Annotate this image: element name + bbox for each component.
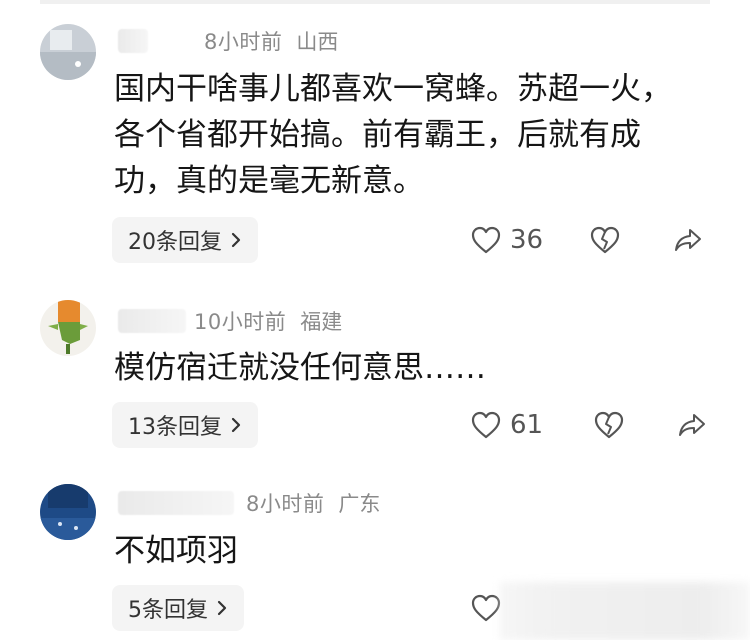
comment-text-line: 模仿宿迁就没任何意思…… [114,350,486,386]
like-count: 61 [510,410,544,440]
avatar-image [40,300,96,356]
divider [40,0,710,4]
comment-location: 山西 [296,30,339,54]
blurred-username [118,309,186,333]
broken-heart-icon[interactable] [589,225,621,255]
comment-meta: 8小时前 广东 [118,488,380,518]
comment-meta: 8小时前 山西 [118,26,338,56]
comment-text-line: 功，真的是毫无新意。 [114,163,424,199]
comment-actions [470,585,502,631]
like-count: 36 [510,225,544,255]
comment-meta: 10小时前 福建 [118,306,342,336]
avatar[interactable] [40,484,96,540]
comment-actions: 36 [470,217,703,263]
comment-time: 8小时前 [204,30,283,54]
blurred-region [500,582,750,640]
heart-icon[interactable] [470,225,502,255]
share-arrow-icon[interactable] [677,411,707,439]
comment-text: 不如项羽 [114,528,238,574]
comment-actions: 61 [470,402,707,448]
view-replies-button[interactable]: 20条回复 [112,217,258,263]
chevron-right-icon [217,600,227,616]
reply-count-label: 13条回复 [128,415,222,440]
comment-text-line: 不如项羽 [114,533,238,569]
blurred-username [118,491,234,515]
avatar[interactable] [40,24,96,80]
comment-location: 广东 [338,492,381,516]
heart-icon[interactable] [470,410,502,440]
reply-count-label: 5条回复 [128,598,208,623]
comment-location: 福建 [300,310,343,334]
comment-text-line: 各个省都开始搞。前有霸王，后就有成 [114,117,641,153]
avatar-image [40,24,96,80]
avatar-image [40,484,96,540]
comment-time: 8小时前 [246,492,325,516]
broken-heart-icon[interactable] [593,410,625,440]
comment-text: 国内干啥事儿都喜欢一窝蜂。苏超一火， 各个省都开始搞。前有霸王，后就有成 功，真… [114,66,672,204]
reply-count-label: 20条回复 [128,230,222,255]
avatar[interactable] [40,300,96,356]
blurred-username [118,29,148,53]
chevron-right-icon [231,232,241,248]
heart-icon[interactable] [470,593,502,623]
comment-text: 模仿宿迁就没任何意思…… [114,345,486,391]
view-replies-button[interactable]: 13条回复 [112,402,258,448]
share-arrow-icon[interactable] [673,226,703,254]
view-replies-button[interactable]: 5条回复 [112,585,244,631]
comment-text-line: 国内干啥事儿都喜欢一窝蜂。苏超一火， [114,71,672,107]
comment-time: 10小时前 [194,310,287,334]
chevron-right-icon [231,417,241,433]
